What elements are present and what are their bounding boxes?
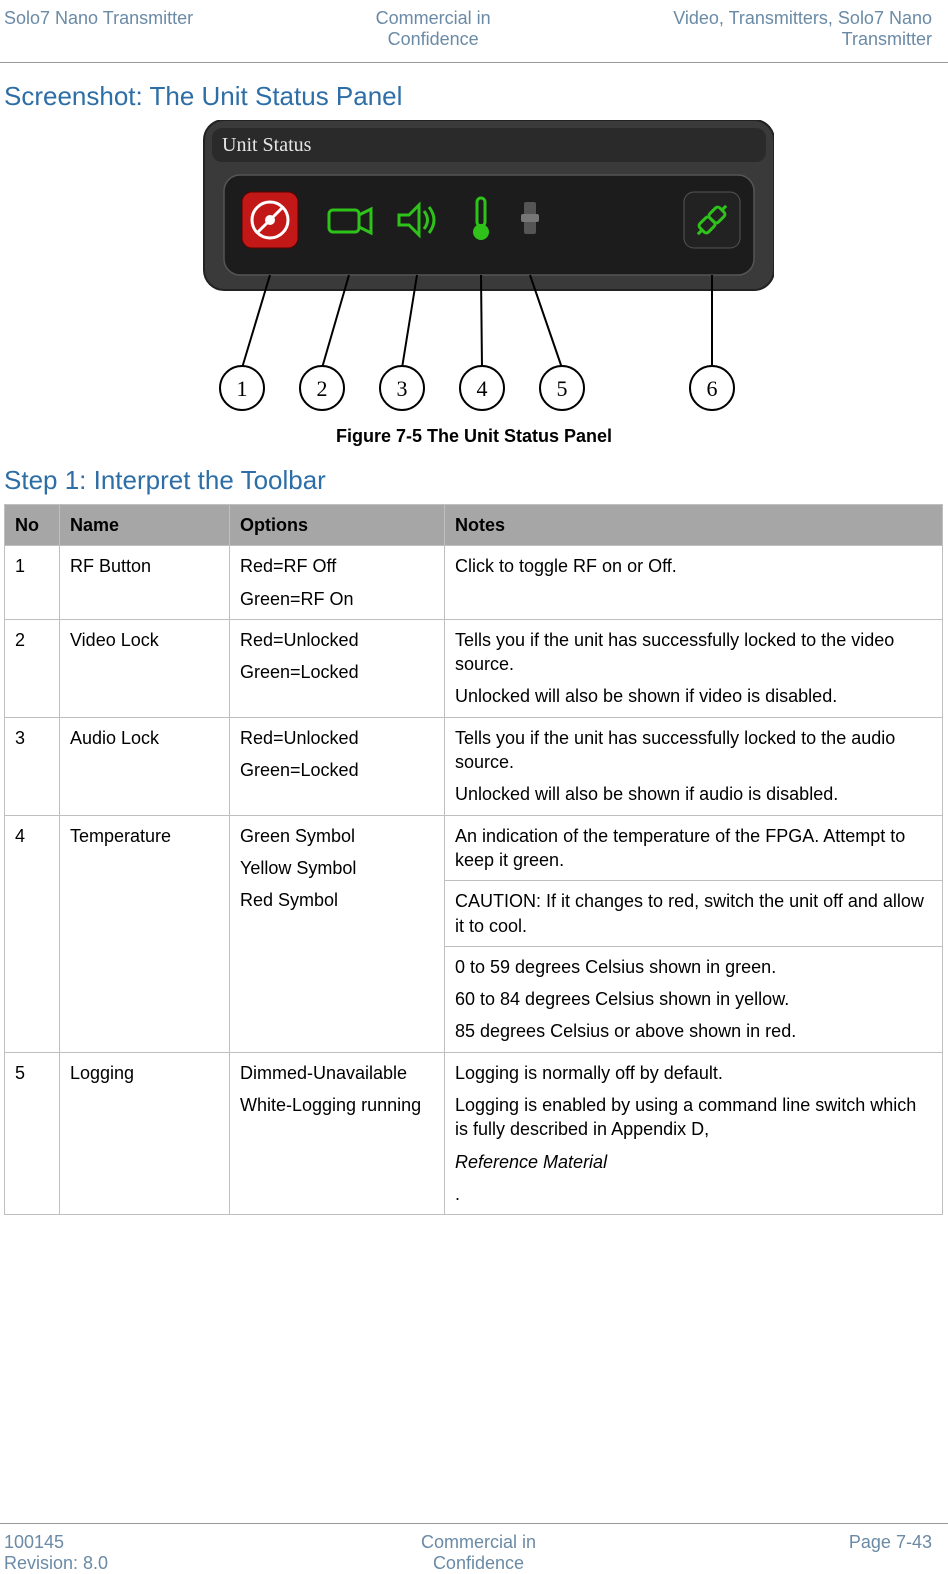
callout-1: 1 xyxy=(237,376,248,401)
cell-options: Red=Unlocked Green=Locked xyxy=(230,717,445,815)
connector-icon xyxy=(684,192,740,248)
opt: Yellow Symbol xyxy=(240,856,434,880)
cell-notes: Tells you if the unit has successfully l… xyxy=(445,717,943,815)
footer-right: Page 7-43 xyxy=(849,1532,932,1574)
cell-no: 4 xyxy=(5,815,60,1052)
callout-2: 2 xyxy=(317,376,328,401)
note: Logging is normally off by default. xyxy=(455,1061,932,1085)
opt: Green=Locked xyxy=(240,660,434,684)
footer-center-line2: Confidence xyxy=(433,1553,524,1573)
cell-options: Red=Unlocked Green=Locked xyxy=(230,619,445,717)
callout-line-4 xyxy=(481,275,482,368)
table-row: 5 Logging Dimmed-Unavailable White-Loggi… xyxy=(5,1052,943,1214)
header-right: Video, Transmitters, Solo7 Nano Transmit… xyxy=(673,8,932,50)
cell-name: Video Lock xyxy=(60,619,230,717)
callout-5: 5 xyxy=(557,376,568,401)
header-right-line1: Video, Transmitters, Solo7 Nano xyxy=(673,8,932,28)
note: Unlocked will also be shown if audio is … xyxy=(455,782,932,806)
note: 0 to 59 degrees Celsius shown in green. xyxy=(455,955,932,979)
page-header: Solo7 Nano Transmitter Commercial in Con… xyxy=(0,0,948,63)
cell-notes: Logging is normally off by default. Logg… xyxy=(445,1052,943,1214)
footer-revision: Revision: 8.0 xyxy=(4,1553,108,1573)
cell-no: 2 xyxy=(5,619,60,717)
panel-tray xyxy=(224,175,754,275)
cell-notes: CAUTION: If it changes to red, switch th… xyxy=(445,881,943,947)
footer-left: 100145 Revision: 8.0 xyxy=(4,1532,108,1574)
opt: Red=Unlocked xyxy=(240,726,434,750)
opt: Dimmed-Unavailable xyxy=(240,1061,434,1085)
opt: Green=Locked xyxy=(240,758,434,782)
figure-caption: Figure 7-5 The Unit Status Panel xyxy=(0,426,948,447)
cell-name: Logging xyxy=(60,1052,230,1214)
callout-4: 4 xyxy=(477,376,488,401)
screenshot-heading: Screenshot: The Unit Status Panel xyxy=(4,81,948,112)
th-no: No xyxy=(5,505,60,546)
th-name: Name xyxy=(60,505,230,546)
th-notes: Notes xyxy=(445,505,943,546)
note-text: . xyxy=(455,1182,932,1206)
opt: Green Symbol xyxy=(240,824,434,848)
cell-name: Temperature xyxy=(60,815,230,1052)
table-row: 3 Audio Lock Red=Unlocked Green=Locked T… xyxy=(5,717,943,815)
opt: White-Logging running xyxy=(240,1093,434,1117)
cell-options: Green Symbol Yellow Symbol Red Symbol xyxy=(230,815,445,1052)
th-options: Options xyxy=(230,505,445,546)
page-footer: 100145 Revision: 8.0 Commercial in Confi… xyxy=(0,1523,948,1574)
callout-circles: 1 2 3 4 5 6 xyxy=(220,366,734,410)
toolbar-table: No Name Options Notes 1 RF Button Red=RF… xyxy=(4,504,943,1215)
unit-status-panel-svg: Unit Status xyxy=(174,120,774,420)
header-right-line2: Transmitter xyxy=(842,29,932,49)
table-row: 2 Video Lock Red=Unlocked Green=Locked T… xyxy=(5,619,943,717)
note: 85 degrees Celsius or above shown in red… xyxy=(455,1019,932,1043)
note: Unlocked will also be shown if video is … xyxy=(455,684,932,708)
cell-no: 5 xyxy=(5,1052,60,1214)
figure-block: Unit Status xyxy=(0,120,948,447)
opt: Green=RF On xyxy=(240,587,434,611)
panel-title-text: Unit Status xyxy=(222,134,312,156)
cell-notes: Tells you if the unit has successfully l… xyxy=(445,619,943,717)
cell-notes: An indication of the temperature of the … xyxy=(445,815,943,881)
cell-no: 3 xyxy=(5,717,60,815)
table-header-row: No Name Options Notes xyxy=(5,505,943,546)
opt: Red=Unlocked xyxy=(240,628,434,652)
cell-notes: Click to toggle RF on or Off. xyxy=(445,546,943,620)
footer-center: Commercial in Confidence xyxy=(421,1532,536,1574)
step-heading: Step 1: Interpret the Toolbar xyxy=(4,465,948,496)
table-row: 1 RF Button Red=RF Off Green=RF On Click… xyxy=(5,546,943,620)
note-text: Logging is enabled by using a command li… xyxy=(455,1093,932,1142)
header-center-line1: Commercial in xyxy=(376,8,491,28)
footer-docnum: 100145 xyxy=(4,1532,64,1552)
table-row: 4 Temperature Green Symbol Yellow Symbol… xyxy=(5,815,943,881)
cell-options: Dimmed-Unavailable White-Logging running xyxy=(230,1052,445,1214)
note: Tells you if the unit has successfully l… xyxy=(455,628,932,677)
note: Logging is enabled by using a command li… xyxy=(455,1093,932,1206)
opt: Red=RF Off xyxy=(240,554,434,578)
opt: Red Symbol xyxy=(240,888,434,912)
header-left: Solo7 Nano Transmitter xyxy=(4,8,193,29)
cell-notes: 0 to 59 degrees Celsius shown in green. … xyxy=(445,946,943,1052)
header-center: Commercial in Confidence xyxy=(376,8,491,50)
note: Tells you if the unit has successfully l… xyxy=(455,726,932,775)
callout-3: 3 xyxy=(397,376,408,401)
cell-options: Red=RF Off Green=RF On xyxy=(230,546,445,620)
rf-button-icon xyxy=(242,192,298,248)
footer-center-line1: Commercial in xyxy=(421,1532,536,1552)
cell-name: Audio Lock xyxy=(60,717,230,815)
callout-6: 6 xyxy=(707,376,718,401)
header-center-line2: Confidence xyxy=(388,29,479,49)
note: 60 to 84 degrees Celsius shown in yellow… xyxy=(455,987,932,1011)
cell-no: 1 xyxy=(5,546,60,620)
cell-name: RF Button xyxy=(60,546,230,620)
note-italic: Reference Material xyxy=(455,1150,932,1174)
